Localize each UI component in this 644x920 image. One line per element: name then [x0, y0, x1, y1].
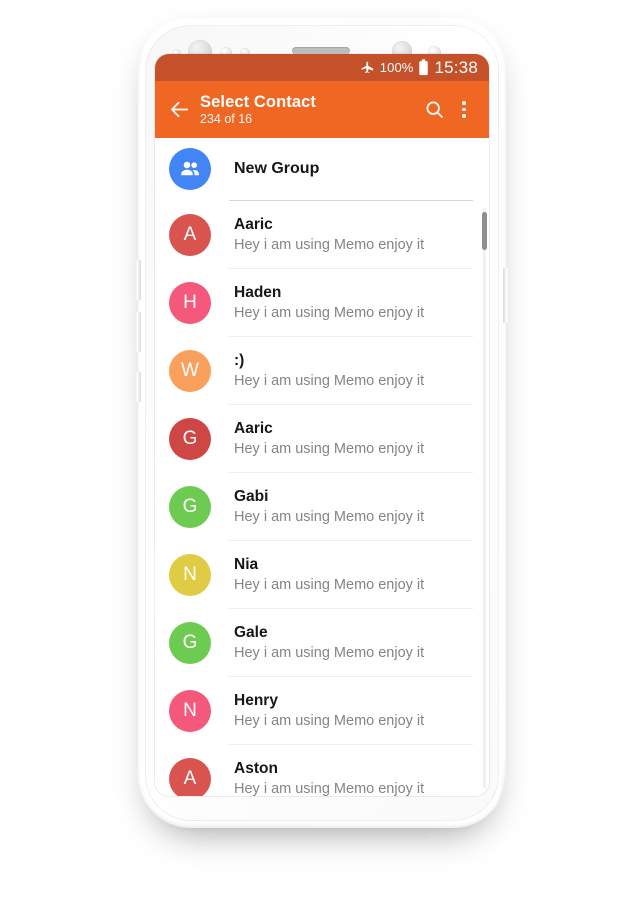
- contact-row[interactable]: A Aston Hey i am using Memo enjoy it: [155, 745, 489, 796]
- overflow-menu-icon: [462, 101, 466, 118]
- contact-avatar: H: [169, 282, 211, 324]
- contact-rows-host: A Aaric Hey i am using Memo enjoy it H Haden…: [155, 201, 489, 796]
- contact-name: :): [234, 352, 245, 370]
- group-people-icon: [178, 157, 202, 181]
- contact-name: Haden: [234, 284, 282, 302]
- list-scrollbar-thumb[interactable]: [482, 212, 487, 250]
- contact-name: Aaric: [234, 216, 273, 234]
- contact-status: Hey i am using Memo enjoy it: [234, 644, 425, 661]
- contact-status: Hey i am using Memo enjoy it: [234, 712, 425, 729]
- contact-name: Gale: [234, 624, 268, 642]
- contact-status: Hey i am using Memo enjoy it: [234, 780, 425, 796]
- battery-percent-label: 100%: [379, 60, 414, 75]
- contact-text: Aaric Hey i am using Memo enjoy it: [234, 215, 424, 254]
- contact-avatar: A: [169, 758, 211, 796]
- selection-count: 234 of 16: [200, 112, 253, 127]
- contact-name: Henry: [234, 692, 278, 710]
- page-title: Select Contact: [200, 92, 317, 111]
- contact-text: Haden Hey i am using Memo enjoy it: [234, 283, 424, 322]
- contact-name: Aaric: [234, 420, 273, 438]
- list-scrollbar-track[interactable]: [483, 208, 486, 788]
- status-bar: 100% 15:38: [155, 54, 489, 81]
- contact-row[interactable]: G Aaric Hey i am using Memo enjoy it: [155, 405, 489, 473]
- contact-avatar: A: [169, 214, 211, 256]
- contact-avatar: G: [169, 622, 211, 664]
- new-group-avatar: [169, 148, 211, 190]
- search-button[interactable]: [417, 93, 451, 127]
- contact-text: Gale Hey i am using Memo enjoy it: [234, 623, 424, 662]
- contact-status: Hey i am using Memo enjoy it: [234, 236, 425, 253]
- contact-text: :) Hey i am using Memo enjoy it: [234, 351, 424, 390]
- contact-status: Hey i am using Memo enjoy it: [234, 372, 425, 389]
- contact-avatar: N: [169, 690, 211, 732]
- power-button[interactable]: [503, 268, 510, 323]
- contact-row[interactable]: A Aaric Hey i am using Memo enjoy it: [155, 201, 489, 269]
- contact-avatar: G: [169, 486, 211, 528]
- contact-row[interactable]: G Gale Hey i am using Memo enjoy it: [155, 609, 489, 677]
- status-clock: 15:38: [434, 57, 478, 77]
- contact-name: Gabi: [234, 488, 269, 506]
- contact-avatar: N: [169, 554, 211, 596]
- new-group-label: New Group: [234, 160, 320, 177]
- contact-status: Hey i am using Memo enjoy it: [234, 508, 425, 525]
- contact-name: Nia: [234, 556, 259, 574]
- bottom-bezel: [150, 796, 494, 822]
- contact-text: Nia Hey i am using Memo enjoy it: [234, 555, 424, 594]
- contact-text: Aston Hey i am using Memo enjoy it: [234, 759, 424, 796]
- back-button[interactable]: [164, 95, 194, 125]
- phone-screen: 100% 15:38 Select Contact 234 of 16 New …: [155, 54, 489, 796]
- contact-status: Hey i am using Memo enjoy it: [234, 440, 425, 457]
- app-bar: Select Contact 234 of 16: [155, 81, 489, 138]
- contact-row[interactable]: G Gabi Hey i am using Memo enjoy it: [155, 473, 489, 541]
- assistant-button[interactable]: [134, 372, 141, 402]
- contact-text: Henry Hey i am using Memo enjoy it: [234, 691, 424, 730]
- contact-row[interactable]: N Henry Hey i am using Memo enjoy it: [155, 677, 489, 745]
- volume-down-button[interactable]: [134, 312, 141, 352]
- new-group-row[interactable]: New Group: [155, 138, 489, 200]
- contact-avatar: G: [169, 418, 211, 460]
- contact-row[interactable]: N Nia Hey i am using Memo enjoy it: [155, 541, 489, 609]
- contact-name: Aston: [234, 760, 278, 778]
- overflow-menu-button[interactable]: [451, 93, 477, 127]
- contact-text: Gabi Hey i am using Memo enjoy it: [234, 487, 424, 526]
- battery-full-icon: [418, 59, 429, 76]
- search-icon: [424, 99, 445, 120]
- contact-status: Hey i am using Memo enjoy it: [234, 304, 425, 321]
- back-arrow-icon: [168, 98, 191, 121]
- volume-up-button[interactable]: [134, 260, 141, 300]
- contact-status: Hey i am using Memo enjoy it: [234, 576, 425, 593]
- contact-row[interactable]: H Haden Hey i am using Memo enjoy it: [155, 269, 489, 337]
- app-bar-titles: Select Contact 234 of 16: [200, 93, 417, 126]
- contact-avatar: W: [169, 350, 211, 392]
- contact-text: Aaric Hey i am using Memo enjoy it: [234, 419, 424, 458]
- contact-list[interactable]: New Group A Aaric Hey i am using Memo enjo…: [155, 138, 489, 796]
- airplane-mode-icon: [360, 60, 375, 75]
- contact-row[interactable]: W:) Hey i am using Memo enjoy it: [155, 337, 489, 405]
